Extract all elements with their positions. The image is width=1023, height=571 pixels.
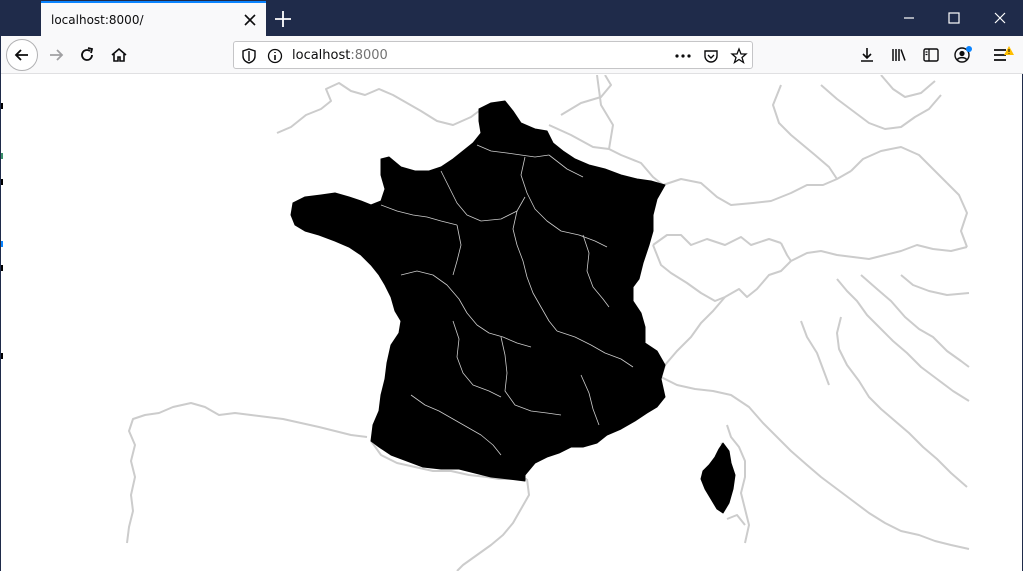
- menu-button[interactable]: [989, 41, 1017, 69]
- url-port: :8000: [350, 48, 388, 63]
- download-icon: [861, 48, 873, 62]
- browser-window: localhost:8000/ localhost:8000: [0, 0, 1023, 571]
- close-icon[interactable]: [242, 12, 258, 28]
- corsica: [700, 442, 736, 514]
- home-button[interactable]: [105, 41, 133, 69]
- tab-localhost[interactable]: localhost:8000/: [41, 1, 266, 36]
- france-mainland: [290, 100, 666, 482]
- window-close-icon[interactable]: [987, 6, 1013, 30]
- url-text[interactable]: localhost:8000: [292, 48, 388, 63]
- info-icon[interactable]: [266, 47, 284, 65]
- sidebar-button[interactable]: [917, 41, 945, 69]
- address-bar[interactable]: localhost:8000: [233, 41, 753, 69]
- back-arrow-icon: [14, 49, 28, 61]
- window-restore-icon[interactable]: [941, 6, 967, 30]
- library-button[interactable]: [885, 41, 913, 69]
- library-icon: [892, 49, 906, 61]
- window-minimize-icon[interactable]: [896, 6, 922, 30]
- europe-map: [1, 75, 970, 571]
- pocket-icon[interactable]: [702, 47, 720, 65]
- account-icon: [954, 46, 972, 63]
- forward-arrow-icon: [50, 49, 64, 61]
- downloads-button[interactable]: [853, 41, 881, 69]
- plus-icon[interactable]: [271, 7, 295, 31]
- home-icon: [111, 47, 127, 62]
- sidebar-icon: [923, 48, 939, 62]
- reload-icon: [81, 47, 94, 61]
- forward-button[interactable]: [42, 41, 70, 69]
- page-content: [1, 75, 1022, 571]
- url-host: localhost: [292, 48, 351, 63]
- account-button[interactable]: [949, 41, 977, 69]
- navigation-toolbar: localhost:8000: [1, 36, 1023, 74]
- title-bar: localhost:8000/: [1, 1, 1023, 36]
- france-map: [290, 100, 736, 514]
- reload-button[interactable]: [73, 41, 101, 69]
- shield-icon[interactable]: [240, 47, 258, 65]
- back-button[interactable]: [6, 39, 38, 71]
- tab-title: localhost:8000/: [51, 13, 144, 27]
- star-icon[interactable]: [730, 47, 748, 65]
- left-edge-marks: [1, 103, 3, 359]
- menu-icon: [994, 46, 1014, 61]
- more-icon[interactable]: [674, 47, 692, 65]
